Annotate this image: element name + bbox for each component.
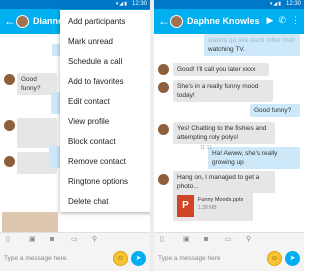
video-message-icon[interactable]: ▭ xyxy=(71,235,78,244)
message-bubble: Hang on, I managed to get a photo... xyxy=(173,171,275,193)
message-text: Good! I'll call you later xxxx xyxy=(177,66,256,73)
camera-icon[interactable]: ◙ xyxy=(204,235,208,244)
status-time: 12:30 xyxy=(131,1,147,7)
message-composer: Type a message here ☺ ➤ xyxy=(154,246,304,271)
avatar xyxy=(158,124,169,135)
chat-toolbar: ← Daphne Knowles ▶ ✆ ⋮ xyxy=(154,9,304,34)
message-bubble: Yes! Chatting to the fishies and attempt… xyxy=(173,122,275,144)
message-text: watching TV. xyxy=(208,46,245,53)
menu-item-remove-contact[interactable]: Remove contact xyxy=(68,157,126,167)
message-text: She's in a really funny mood today! xyxy=(177,83,259,99)
message-bubble: watching TV. xyxy=(204,43,300,56)
right-phone-screen: ▾◢▮ 12:30 ← Daphne Knowles ▶ ✆ ⋮ wanna go … xyxy=(154,0,304,271)
avatar xyxy=(158,82,169,93)
more-icon[interactable]: ⋮ xyxy=(291,15,300,25)
avatar xyxy=(4,120,15,131)
camera-icon[interactable]: ◙ xyxy=(50,235,54,244)
message-text: Ha! Awww, she's really growing up xyxy=(212,150,278,166)
status-bar: ▾◢▮ 12:30 xyxy=(154,0,304,9)
avatar xyxy=(158,64,169,75)
message-input[interactable]: Type a message here xyxy=(4,253,108,265)
file-size: 1.38 MB xyxy=(198,205,217,211)
menu-item-mark-unread[interactable]: Mark unread xyxy=(68,37,113,47)
menu-item-delete-chat[interactable]: Delete chat xyxy=(68,197,108,207)
message-input[interactable]: Type a message here xyxy=(158,253,262,265)
contact-name[interactable]: Daphne Knowles xyxy=(187,16,260,27)
status-icons: ▾◢▮ xyxy=(115,1,128,7)
send-icon[interactable]: ➤ xyxy=(285,251,300,266)
file-icon[interactable]: ▯ xyxy=(160,235,164,244)
message-text: Hang on, I managed to get a photo... xyxy=(177,174,260,190)
back-arrow-icon[interactable]: ← xyxy=(4,13,16,29)
overflow-menu: Add participants Mark unread Schedule a … xyxy=(60,10,150,212)
message-list[interactable]: wanna go see each other than watching TV… xyxy=(154,34,304,232)
message-composer: Type a message here ☺ ➤ xyxy=(0,246,150,271)
avatar xyxy=(158,174,169,185)
emoji-icon[interactable]: ☺ xyxy=(113,251,128,266)
status-time: 12:30 xyxy=(285,1,301,7)
message-timestamp: 11:11 xyxy=(200,145,212,151)
status-bar: ▾◢▮ 12:30 xyxy=(0,0,150,9)
image-icon[interactable]: ▣ xyxy=(29,235,36,244)
message-text: Good funny? xyxy=(254,107,292,114)
avatar xyxy=(4,74,15,85)
video-icon[interactable]: ▶ xyxy=(267,15,274,25)
send-icon[interactable]: ➤ xyxy=(131,251,146,266)
input-toolbar: ▯ ▣ ◙ ▭ ⚲ xyxy=(154,232,304,246)
video-message-icon[interactable]: ▭ xyxy=(225,235,232,244)
message-text: Yes! Chatting to the fishies and attempt… xyxy=(177,125,267,141)
location-icon[interactable]: ⚲ xyxy=(246,235,251,244)
input-toolbar: ▯ ▣ ◙ ▭ ⚲ xyxy=(0,232,150,246)
menu-item-view-profile[interactable]: View profile xyxy=(68,117,109,127)
file-name: Funny Moods.pptx xyxy=(198,197,244,203)
message-bubble xyxy=(17,118,57,148)
powerpoint-icon: P xyxy=(177,195,194,217)
menu-item-schedule-call[interactable]: Schedule a call xyxy=(68,57,122,67)
contact-avatar[interactable] xyxy=(170,15,183,28)
image-icon[interactable]: ▣ xyxy=(183,235,190,244)
emoji-icon[interactable]: ☺ xyxy=(267,251,282,266)
avatar xyxy=(4,156,15,167)
photo-thumbnail[interactable] xyxy=(2,212,58,232)
file-attachment[interactable]: P Funny Moods.pptx 1.38 MB xyxy=(173,192,253,221)
left-phone-screen: ▾◢▮ 12:30 ← Dianne S ✆ Good funny? ▯ ▣ ◙… xyxy=(0,0,150,271)
back-arrow-icon[interactable]: ← xyxy=(158,13,170,29)
contact-avatar[interactable] xyxy=(16,15,29,28)
file-icon[interactable]: ▯ xyxy=(6,235,10,244)
message-text: Good funny? xyxy=(21,76,41,92)
status-icons: ▾◢▮ xyxy=(269,1,282,7)
message-bubble: She's in a really funny mood today! xyxy=(173,80,273,102)
menu-item-add-favorites[interactable]: Add to favorites xyxy=(68,77,124,87)
menu-item-ringtone-options[interactable]: Ringtone options xyxy=(68,177,128,187)
message-bubble: Ha! Awww, she's really growing up xyxy=(208,147,300,169)
menu-item-edit-contact[interactable]: Edit contact xyxy=(68,97,110,107)
menu-item-block-contact[interactable]: Block contact xyxy=(68,137,116,147)
location-icon[interactable]: ⚲ xyxy=(92,235,97,244)
message-bubble: Good funny? xyxy=(250,104,300,117)
menu-item-add-participants[interactable]: Add participants xyxy=(68,17,125,27)
message-bubble: Good! I'll call you later xxxx xyxy=(173,63,269,76)
phone-icon[interactable]: ✆ xyxy=(278,15,286,25)
